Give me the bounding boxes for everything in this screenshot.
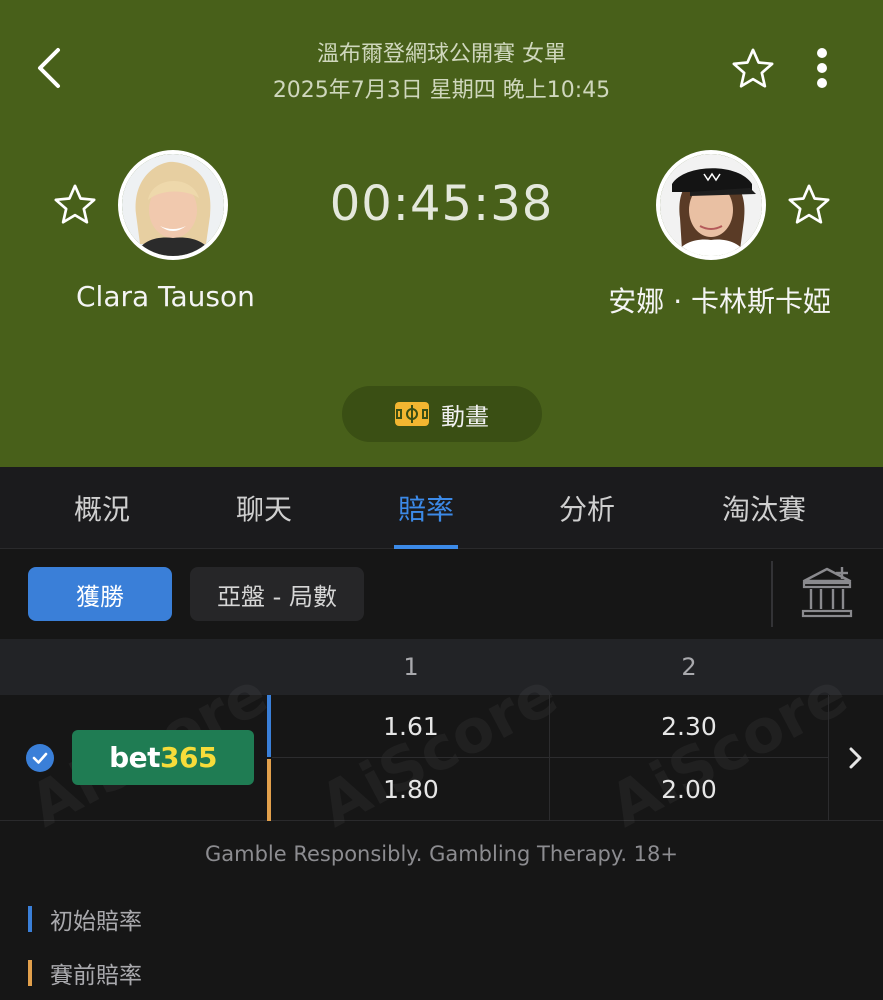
bookmaker-logo: bet 365: [72, 730, 254, 785]
bank-icon: [801, 567, 853, 618]
match-header: 溫布爾登網球公開賽 女單 2025年7月3日 星期四 晚上10:45 Clara…: [0, 0, 883, 467]
filter-asian-handicap-games-button[interactable]: 亞盤 - 局數: [190, 567, 364, 621]
pitch-icon: [395, 402, 429, 426]
column-divider: [828, 695, 829, 821]
check-icon: [32, 752, 48, 764]
more-options-button[interactable]: [800, 44, 844, 92]
bookmaker-settings-button[interactable]: [800, 565, 854, 619]
column-header-player2: 2: [681, 653, 697, 681]
pre-match-odds-player2: 2.00: [661, 775, 717, 804]
initial-odds-marker: [267, 695, 271, 757]
divider: [771, 561, 773, 627]
filter-win-button[interactable]: 獲勝: [28, 567, 172, 621]
responsible-gambling-disclaimer[interactable]: Gamble Responsibly. Gambling Therapy. 18…: [0, 842, 883, 866]
star-icon: [732, 48, 774, 88]
tab-label: 分析: [558, 493, 615, 526]
favorite-player2-button[interactable]: [786, 182, 832, 228]
tab-chat[interactable]: 聊天: [190, 467, 338, 549]
player2-name: 安娜 · 卡林斯卡婭: [608, 285, 831, 318]
tab-bar: 概況 聊天 賠率 分析 淘汰賽: [0, 467, 883, 549]
bookmaker-name: bet: [109, 741, 160, 774]
player2-avatar[interactable]: [656, 150, 766, 260]
pre-match-odds-player1: 1.80: [383, 775, 439, 804]
star-icon: [788, 184, 830, 224]
legend-blue-marker: [28, 906, 32, 932]
chevron-right-icon: [849, 747, 862, 769]
column-header-player1: 1: [403, 653, 419, 681]
legend-label: 初始賠率: [50, 909, 142, 935]
tab-label: 聊天: [235, 493, 292, 526]
more-icon-dot: [817, 48, 827, 58]
tab-label: 概況: [73, 493, 130, 526]
more-icon-dot: [817, 63, 827, 73]
bookmaker-name-number: 365: [159, 741, 217, 774]
player-photo: [660, 154, 762, 256]
odds-filter-bar: 獲勝 亞盤 - 局數: [0, 549, 883, 639]
player1-name: Clara Tauson: [76, 280, 255, 313]
tab-overview[interactable]: 概況: [28, 467, 176, 549]
bookmaker-selected-checkbox[interactable]: [26, 744, 54, 772]
tab-label: 淘汰賽: [721, 493, 806, 526]
odds-detail-button[interactable]: [842, 743, 870, 773]
animation-button[interactable]: 動畫: [342, 386, 542, 442]
odds-table-header: 1 2: [0, 639, 883, 695]
odds-row[interactable]: AiScore AiScore AiScore bet365 1.61 2.30…: [0, 659, 883, 841]
animation-label: 動畫: [441, 402, 489, 431]
tab-odds[interactable]: 賠率: [352, 467, 500, 549]
tab-analysis[interactable]: 分析: [513, 467, 661, 549]
row-divider: [272, 757, 828, 758]
pre-match-odds-marker: [267, 759, 271, 821]
tab-knockout[interactable]: 淘汰賽: [676, 467, 852, 549]
favorite-match-button[interactable]: [730, 46, 776, 92]
initial-odds-player2: 2.30: [661, 712, 717, 741]
legend-label: 賽前賠率: [50, 963, 142, 989]
legend-orange-marker: [28, 960, 32, 986]
more-icon-dot: [817, 78, 827, 88]
initial-odds-player1: 1.61: [383, 712, 439, 741]
column-divider: [549, 695, 550, 821]
tab-label: 賠率: [397, 493, 454, 526]
legend-initial-odds: 初始賠率: [28, 902, 142, 936]
legend-pre-match-odds: 賽前賠率: [28, 956, 142, 990]
